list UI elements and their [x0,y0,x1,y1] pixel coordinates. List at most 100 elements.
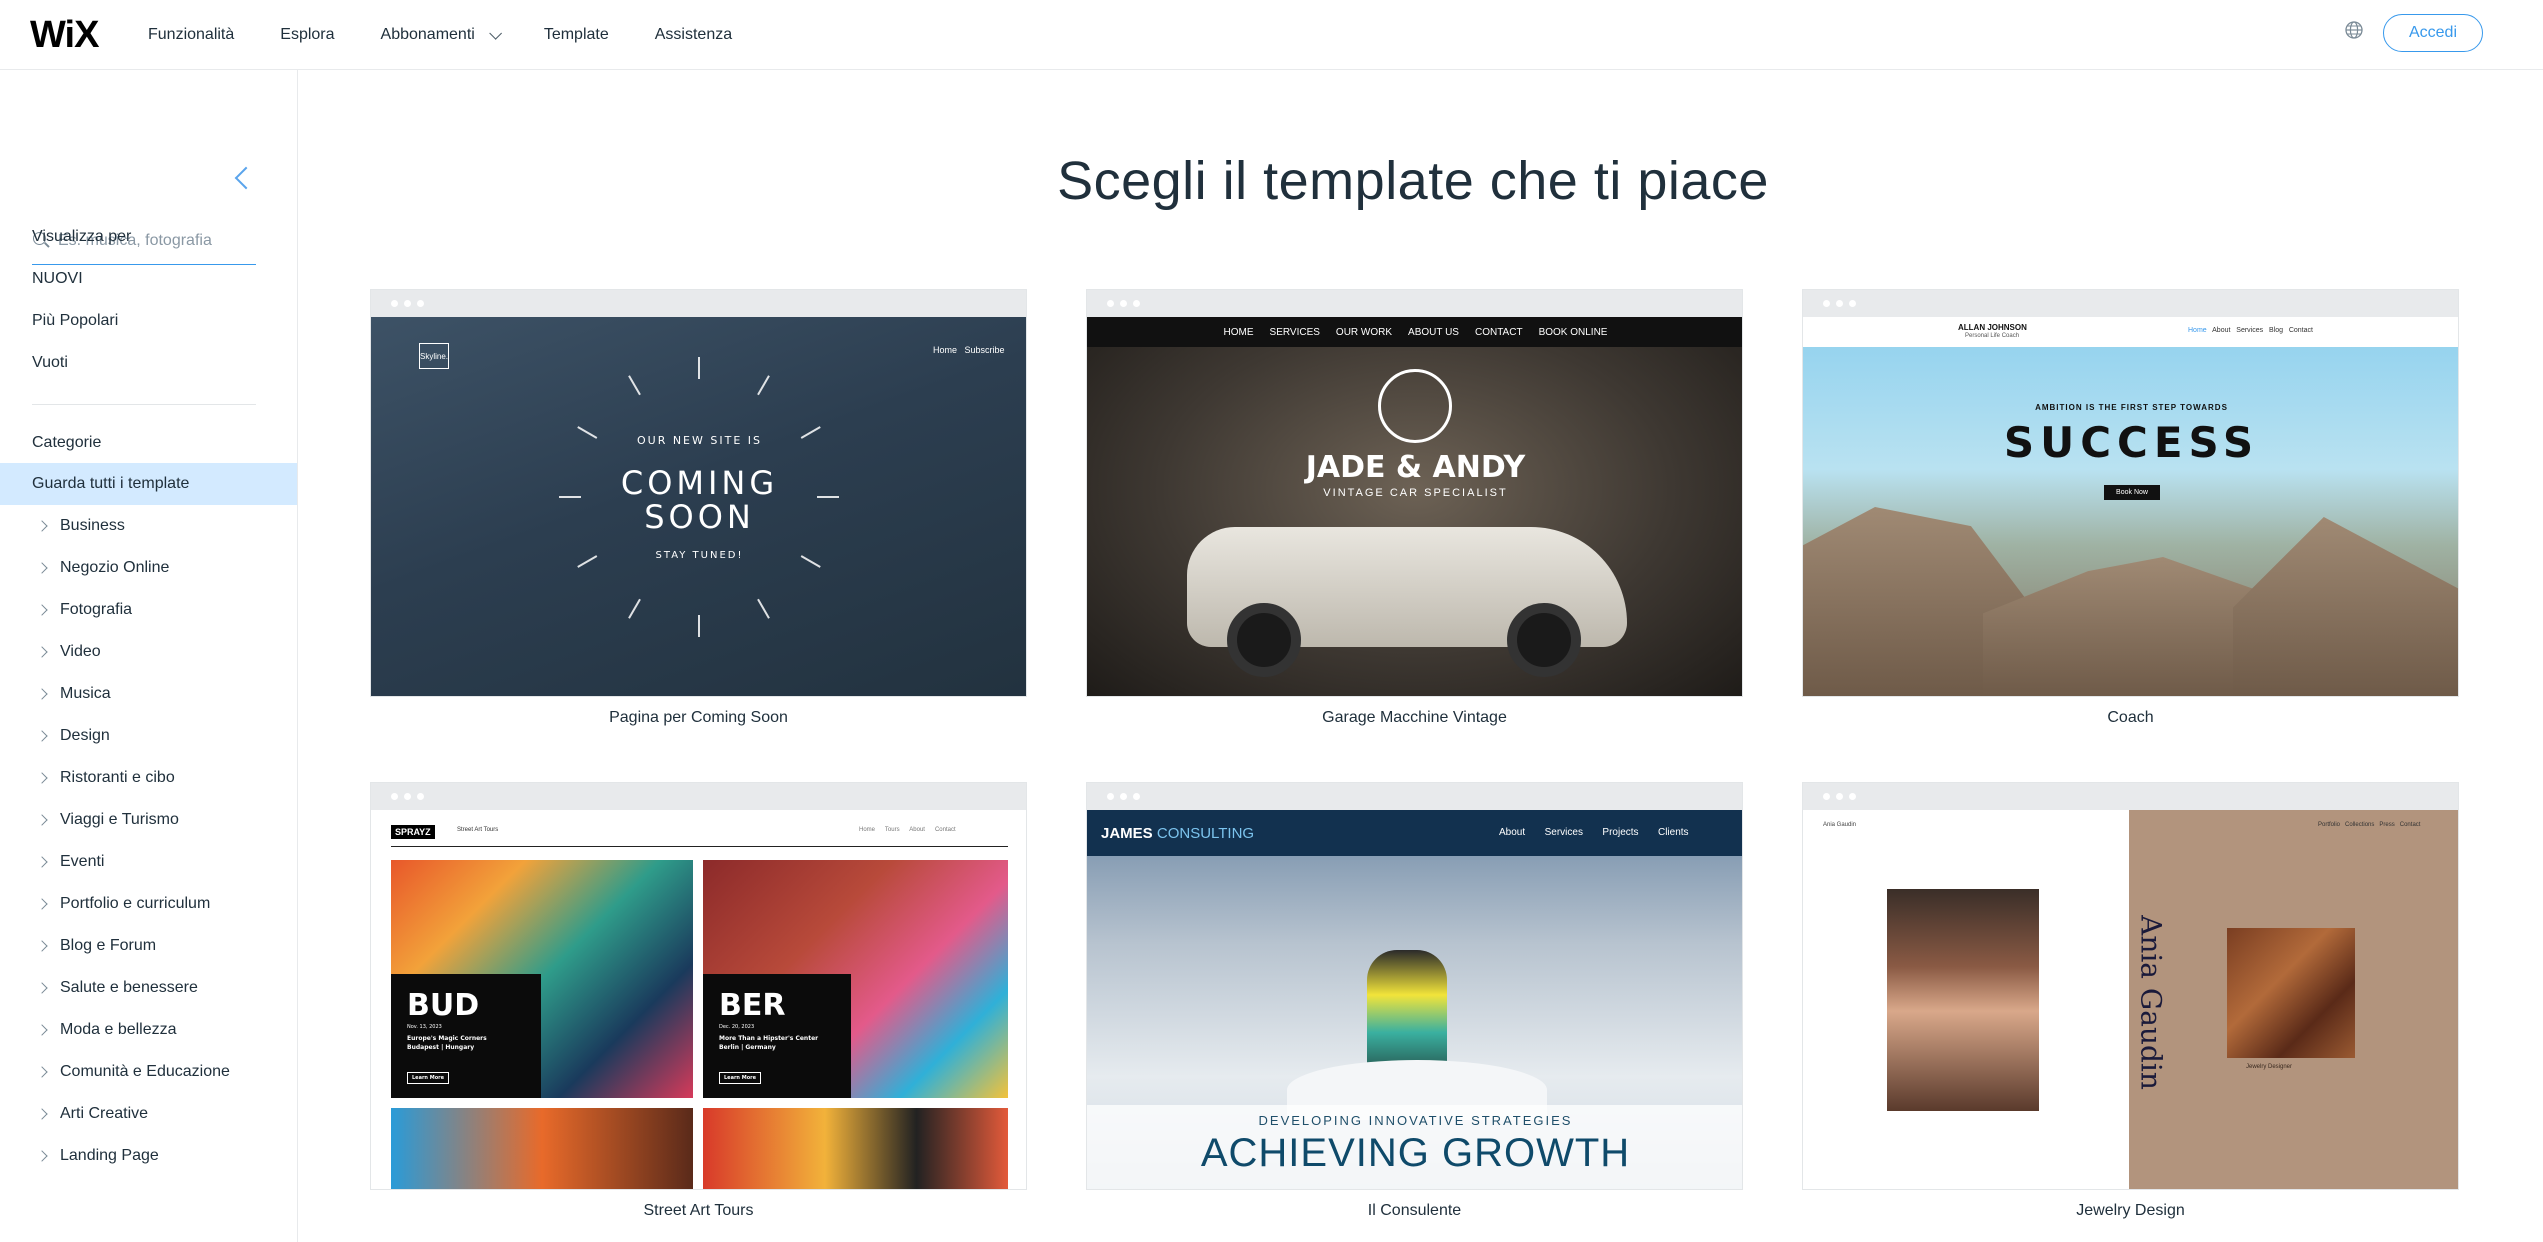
thumb-nav-item: Collections [2345,822,2375,828]
learn-more-button: Learn More [407,1072,449,1084]
category-label: Ristoranti e cibo [60,769,175,786]
template-name[interactable]: Street Art Tours [370,1202,1027,1220]
category-item[interactable]: Musica [32,673,230,715]
category-item[interactable]: Landing Page [32,1135,230,1177]
thumb-nav-item: Contact [934,827,956,833]
thumb-brand-sub: Personal Life Coach [1965,333,2020,339]
thumb-brand: ALLAN JOHNSON [1958,323,2027,332]
template-card[interactable]: HOME SERVICES OUR WORK ABOUT US CONTACT … [1086,289,1743,726]
category-item[interactable]: Arti Creative [32,1093,230,1135]
category-item[interactable]: Salute e benessere [32,967,230,1009]
category-item[interactable]: Ristoranti e cibo [32,757,230,799]
template-card[interactable]: JAMES CONSULTING About Services Projects… [1086,782,1743,1219]
nav-funzionalita[interactable]: Funzionalità [148,26,234,44]
template-card[interactable]: ALLAN JOHNSON Personal Life Coach Home A… [1802,289,2459,726]
category-label: Portfolio e curriculum [60,895,211,912]
category-label: Musica [60,685,111,702]
chevron-down-icon [489,26,502,40]
category-item[interactable]: Eventi [32,841,230,883]
filter-piu-popolari[interactable]: Più Popolari [32,312,118,330]
template-name[interactable]: Garage Macchine Vintage [1086,709,1743,727]
thumb-caption: Jewelry Designer [2246,1064,2293,1070]
thumb-nav: HOME SERVICES OUR WORK ABOUT US CONTACT … [1087,317,1742,347]
thumb-nav: Home About Services Blog Contact [2188,327,2313,334]
city-card: BUD Nov. 13, 2023 Europe's Magic Corners… [391,974,541,1098]
filter-vuoti[interactable]: Vuoti [32,354,68,372]
template-card[interactable]: SPRAYZ Street Art Tours Home Tours About… [370,782,1027,1219]
nav-abbonamenti[interactable]: Abbonamenti [381,26,502,44]
nav-assistenza[interactable]: Assistenza [655,26,732,44]
category-label: Landing Page [60,1147,159,1164]
nav-template[interactable]: Template [544,26,609,44]
category-item[interactable]: Design [32,715,230,757]
city-card: BER Dec. 20, 2023 More Than a Hipster's … [703,974,851,1098]
category-item[interactable]: Blog e Forum [32,925,230,967]
category-label: Salute e benessere [60,979,198,996]
thumb-headline: SUCCESS [2003,418,2260,467]
template-preview[interactable]: SPRAYZ Street Art Tours Home Tours About… [370,782,1027,1190]
city-date: Dec. 20, 2023 [719,1024,755,1030]
thumb-nav-item: Subscribe [964,345,1005,355]
sidebar: Visualizza per NUOVI Più Popolari Vuoti … [0,70,298,1242]
chevron-right-icon [36,1108,48,1120]
thumb-nav-item: About [2212,327,2231,334]
category-item[interactable]: Moda e bellezza [32,1009,230,1051]
category-label: Comunità e Educazione [60,1063,230,1080]
chevron-right-icon [36,604,48,616]
chevron-left-icon[interactable] [234,166,258,190]
template-preview[interactable]: Ania Gaudin Portfolio Collections Press … [1802,782,2459,1190]
thumb-nav-item: Projects [1602,827,1639,838]
category-label: Arti Creative [60,1105,149,1122]
chevron-right-icon [36,1066,48,1078]
chevron-right-icon [36,1024,48,1036]
chevron-right-icon [36,1150,48,1162]
template-preview[interactable]: HOME SERVICES OUR WORK ABOUT US CONTACT … [1086,289,1743,697]
chevron-right-icon [36,562,48,574]
city-code: BER [719,988,786,1023]
thumb-logo: SPRAYZ [391,825,435,839]
browser-bar [1803,290,2458,317]
wix-logo[interactable]: WiX [30,14,99,57]
category-list: Business Negozio Online Fotografia Video… [32,505,230,1177]
category-item[interactable]: Business [32,505,230,547]
template-name[interactable]: Jewelry Design [1802,1202,2459,1220]
nav-esplora[interactable]: Esplora [280,26,334,44]
template-preview[interactable]: ALLAN JOHNSON Personal Life Coach Home A… [1802,289,2459,697]
page-title: Scegli il template che ti piace [1057,151,1769,211]
chevron-right-icon [36,898,48,910]
category-item[interactable]: Fotografia [32,589,230,631]
jewelry-image [2227,928,2355,1058]
chevron-right-icon [36,520,48,532]
globe-icon[interactable] [2344,20,2364,40]
thumb-kicker: OUR NEW SITE IS [636,434,763,447]
thumb-headline: SOON [644,498,755,536]
thumb-logo: Skyline. [419,343,449,369]
thumb-nav-item: Home [859,827,876,833]
learn-more-button: Learn More [719,1072,761,1084]
category-item[interactable]: Portfolio e curriculum [32,883,230,925]
category-item[interactable]: Negozio Online [32,547,230,589]
template-preview[interactable]: Skyline. Home Subscribe OUR NEW SITE IS … [370,289,1027,697]
template-name[interactable]: Pagina per Coming Soon [370,709,1027,727]
thumb-nav: About Services Projects Clients [1499,827,1689,838]
login-button[interactable]: Accedi [2383,14,2483,52]
category-item[interactable]: Comunità e Educazione [32,1051,230,1093]
template-name[interactable]: Coach [1802,709,2459,727]
chevron-right-icon [36,982,48,994]
nav-label: Assistenza [654,26,733,43]
browser-bar [1087,783,1742,810]
category-item[interactable]: Video [32,631,230,673]
thumb-nav: Portfolio Collections Press Contact [2318,822,2420,828]
template-card[interactable]: Skyline. Home Subscribe OUR NEW SITE IS … [370,289,1027,726]
category-all-templates[interactable]: Guarda tutti i template [0,463,297,505]
template-card[interactable]: Ania Gaudin Portfolio Collections Press … [1802,782,2459,1219]
filter-nuovi[interactable]: NUOVI [32,270,83,288]
thumb-brand: JAMES [1101,824,1153,842]
template-name[interactable]: Il Consulente [1086,1202,1743,1220]
thumb-nav-item: Tours [884,827,900,833]
category-label: Fotografia [60,601,133,618]
thumb-nav-item: About [909,827,925,833]
template-preview[interactable]: JAMES CONSULTING About Services Projects… [1086,782,1743,1190]
category-item[interactable]: Viaggi e Turismo [32,799,230,841]
nav-label: Esplora [280,26,335,43]
